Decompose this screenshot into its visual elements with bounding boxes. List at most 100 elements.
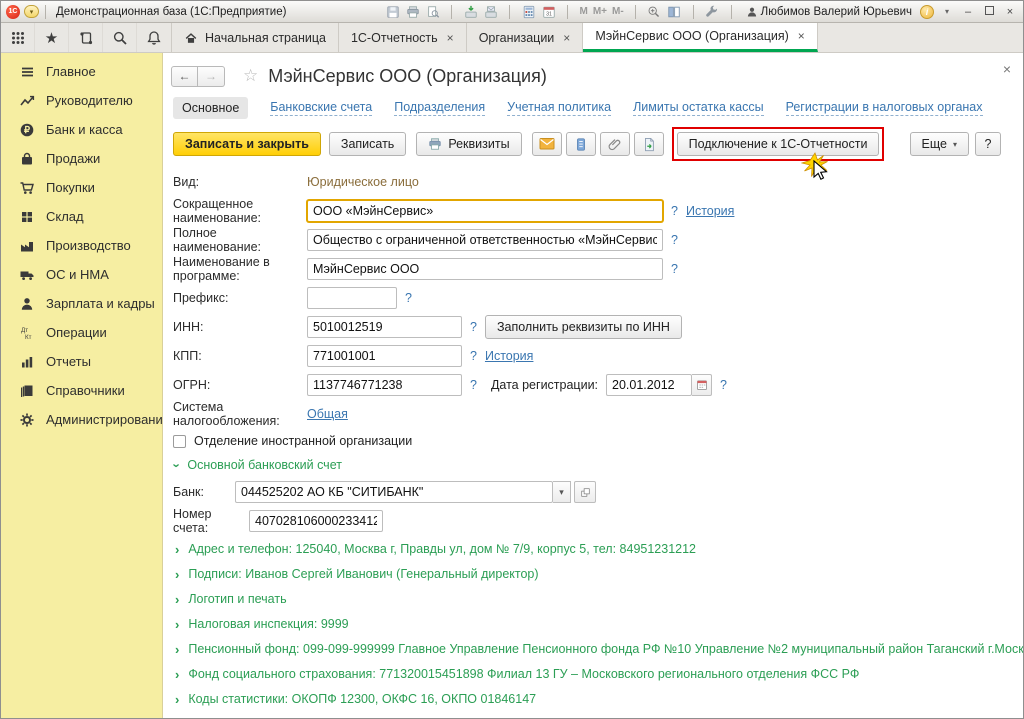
- discussion-button[interactable]: [565, 132, 596, 156]
- close-icon[interactable]: ×: [798, 29, 805, 43]
- bank-section-header[interactable]: › Основной банковский счет: [170, 457, 1013, 472]
- sidebar-item-main[interactable]: Главное: [1, 57, 162, 86]
- calculator-icon[interactable]: [521, 4, 536, 19]
- tab-organizations[interactable]: Организации ×: [467, 23, 584, 52]
- section-social-insurance[interactable]: › Фонд социального страхования: 77132001…: [175, 666, 1013, 682]
- nav-tab-main[interactable]: Основное: [173, 97, 249, 119]
- section-largest-taxpayer[interactable]: › Крупнейший налогоплательщик: нет: [175, 716, 1013, 718]
- info-icon[interactable]: i: [920, 4, 934, 19]
- section-address-phone[interactable]: › Адрес и телефон: 125040, Москва г, Пра…: [175, 541, 1013, 557]
- nav-link-departments[interactable]: Подразделения: [394, 100, 486, 116]
- forward-button[interactable]: →: [198, 65, 225, 87]
- help-icon[interactable]: ?: [470, 320, 477, 334]
- sidebar-item-directories[interactable]: Справочники: [1, 376, 162, 405]
- save-icon[interactable]: [385, 4, 400, 19]
- nav-link-accounting-policy[interactable]: Учетная политика: [507, 100, 612, 116]
- connect-1c-reporting-button[interactable]: Подключение к 1С-Отчетности: [676, 132, 880, 156]
- sidebar-item-salary-hr[interactable]: Зарплата и кадры: [1, 289, 162, 318]
- sidebar-item-sales[interactable]: Продажи: [1, 144, 162, 173]
- tax-system-link[interactable]: Общая: [307, 407, 348, 421]
- full-name-input[interactable]: [307, 229, 663, 251]
- back-button[interactable]: ←: [171, 65, 198, 87]
- save-button[interactable]: Записать: [328, 132, 407, 156]
- sidebar-item-reports[interactable]: Отчеты: [1, 347, 162, 376]
- prefix-input[interactable]: [307, 287, 397, 309]
- favorite-star-icon[interactable]: ☆: [243, 66, 258, 86]
- help-icon[interactable]: ?: [720, 378, 727, 392]
- sidebar-item-administration[interactable]: Администрирование: [1, 405, 162, 434]
- sidebar-item-fixed-assets[interactable]: ОС и НМА: [1, 260, 162, 289]
- memory-m-plus-button[interactable]: M+: [593, 6, 607, 17]
- email-button[interactable]: [531, 132, 562, 156]
- app-name-input[interactable]: [307, 258, 663, 280]
- search-icon[interactable]: [103, 23, 137, 52]
- inn-input[interactable]: [307, 316, 462, 338]
- foreign-branch-checkbox[interactable]: [173, 434, 186, 448]
- close-form-icon[interactable]: ×: [1003, 61, 1011, 77]
- sidebar-item-warehouse[interactable]: Склад: [1, 202, 162, 231]
- nav-link-bank-accounts[interactable]: Банковские счета: [270, 100, 373, 116]
- zoom-icon[interactable]: [647, 4, 662, 19]
- section-signatures[interactable]: › Подписи: Иванов Сергей Иванович (Генер…: [175, 566, 1013, 582]
- kpp-input[interactable]: [307, 345, 462, 367]
- sidebar-item-production[interactable]: Производство: [1, 231, 162, 260]
- history-icon[interactable]: [69, 23, 103, 52]
- sidebar-item-manager[interactable]: Руководителю: [1, 86, 162, 115]
- date-picker-button[interactable]: [692, 374, 713, 396]
- load-document-button[interactable]: [633, 132, 664, 156]
- sidebar-item-bank-cash[interactable]: ₽ Банк и касса: [1, 115, 162, 144]
- tab-home[interactable]: Начальная страница: [172, 23, 339, 52]
- requisites-button[interactable]: Реквизиты: [416, 132, 522, 156]
- notifications-bell-icon[interactable]: [137, 23, 171, 52]
- send-receive-icon[interactable]: [463, 4, 478, 19]
- calendar-icon[interactable]: 31: [541, 4, 556, 19]
- tab-organization-card[interactable]: МэйнСервис ООО (Организация) ×: [583, 23, 818, 52]
- short-name-history-link[interactable]: История: [686, 204, 734, 218]
- sidebar-item-operations[interactable]: Дт Кт Операции: [1, 318, 162, 347]
- minimize-button[interactable]: –: [960, 6, 976, 18]
- memory-m-minus-button[interactable]: M-: [612, 6, 624, 17]
- favorites-star-icon[interactable]: ★: [35, 23, 69, 52]
- help-icon[interactable]: ?: [470, 349, 477, 363]
- close-window-button[interactable]: ×: [1002, 6, 1018, 18]
- nav-link-cash-limits[interactable]: Лимиты остатка кассы: [633, 100, 764, 116]
- split-view-icon[interactable]: [667, 4, 682, 19]
- help-icon[interactable]: ?: [671, 204, 678, 218]
- short-name-input[interactable]: [307, 200, 663, 222]
- main-menu-dropdown[interactable]: ▾: [24, 5, 39, 18]
- attachments-button[interactable]: [599, 132, 630, 156]
- memory-m-button[interactable]: M: [579, 6, 587, 17]
- section-tax-inspection[interactable]: › Налоговая инспекция: 9999: [175, 616, 1013, 632]
- fill-by-inn-button[interactable]: Заполнить реквизиты по ИНН: [484, 315, 682, 339]
- help-button[interactable]: ?: [975, 132, 1001, 156]
- help-icon[interactable]: ?: [405, 291, 412, 305]
- help-icon[interactable]: ?: [671, 233, 678, 247]
- bank-input[interactable]: [235, 481, 553, 503]
- sidebar-item-purchases[interactable]: Покупки: [1, 173, 162, 202]
- print-preview-icon[interactable]: [425, 4, 440, 19]
- section-logo-stamp[interactable]: › Логотип и печать: [175, 591, 1013, 607]
- close-icon[interactable]: ×: [447, 31, 454, 45]
- save-and-close-button[interactable]: Записать и закрыть: [173, 132, 321, 156]
- nav-link-tax-registrations[interactable]: Регистрации в налоговых органах: [785, 100, 983, 116]
- titlebar-dropdown-icon[interactable]: ▾: [939, 7, 955, 16]
- tab-1c-reporting[interactable]: 1С-Отчетность ×: [339, 23, 467, 52]
- more-button[interactable]: Еще ▾: [909, 132, 969, 156]
- apps-menu-icon[interactable]: [1, 23, 35, 52]
- kpp-history-link[interactable]: История: [485, 349, 533, 363]
- open-bank-button[interactable]: [574, 481, 596, 503]
- section-pension-fund[interactable]: › Пенсионный фонд: 099-099-999999 Главно…: [175, 641, 1023, 657]
- close-icon[interactable]: ×: [563, 31, 570, 45]
- ogrn-input[interactable]: [307, 374, 462, 396]
- print-icon[interactable]: [405, 4, 420, 19]
- help-icon[interactable]: ?: [671, 262, 678, 276]
- send-mail-icon[interactable]: [483, 4, 498, 19]
- help-icon[interactable]: ?: [470, 378, 477, 392]
- service-wrench-icon[interactable]: [705, 4, 720, 19]
- current-user[interactable]: Любимов Валерий Юрьевич: [746, 6, 912, 18]
- maximize-button[interactable]: [981, 5, 997, 18]
- bank-dropdown-icon[interactable]: ▾: [553, 481, 571, 503]
- section-statistics-codes[interactable]: › Коды статистики: ОКОПФ 12300, ОКФС 16,…: [175, 691, 1013, 707]
- reg-date-input[interactable]: [606, 374, 693, 396]
- account-number-input[interactable]: [249, 510, 383, 532]
